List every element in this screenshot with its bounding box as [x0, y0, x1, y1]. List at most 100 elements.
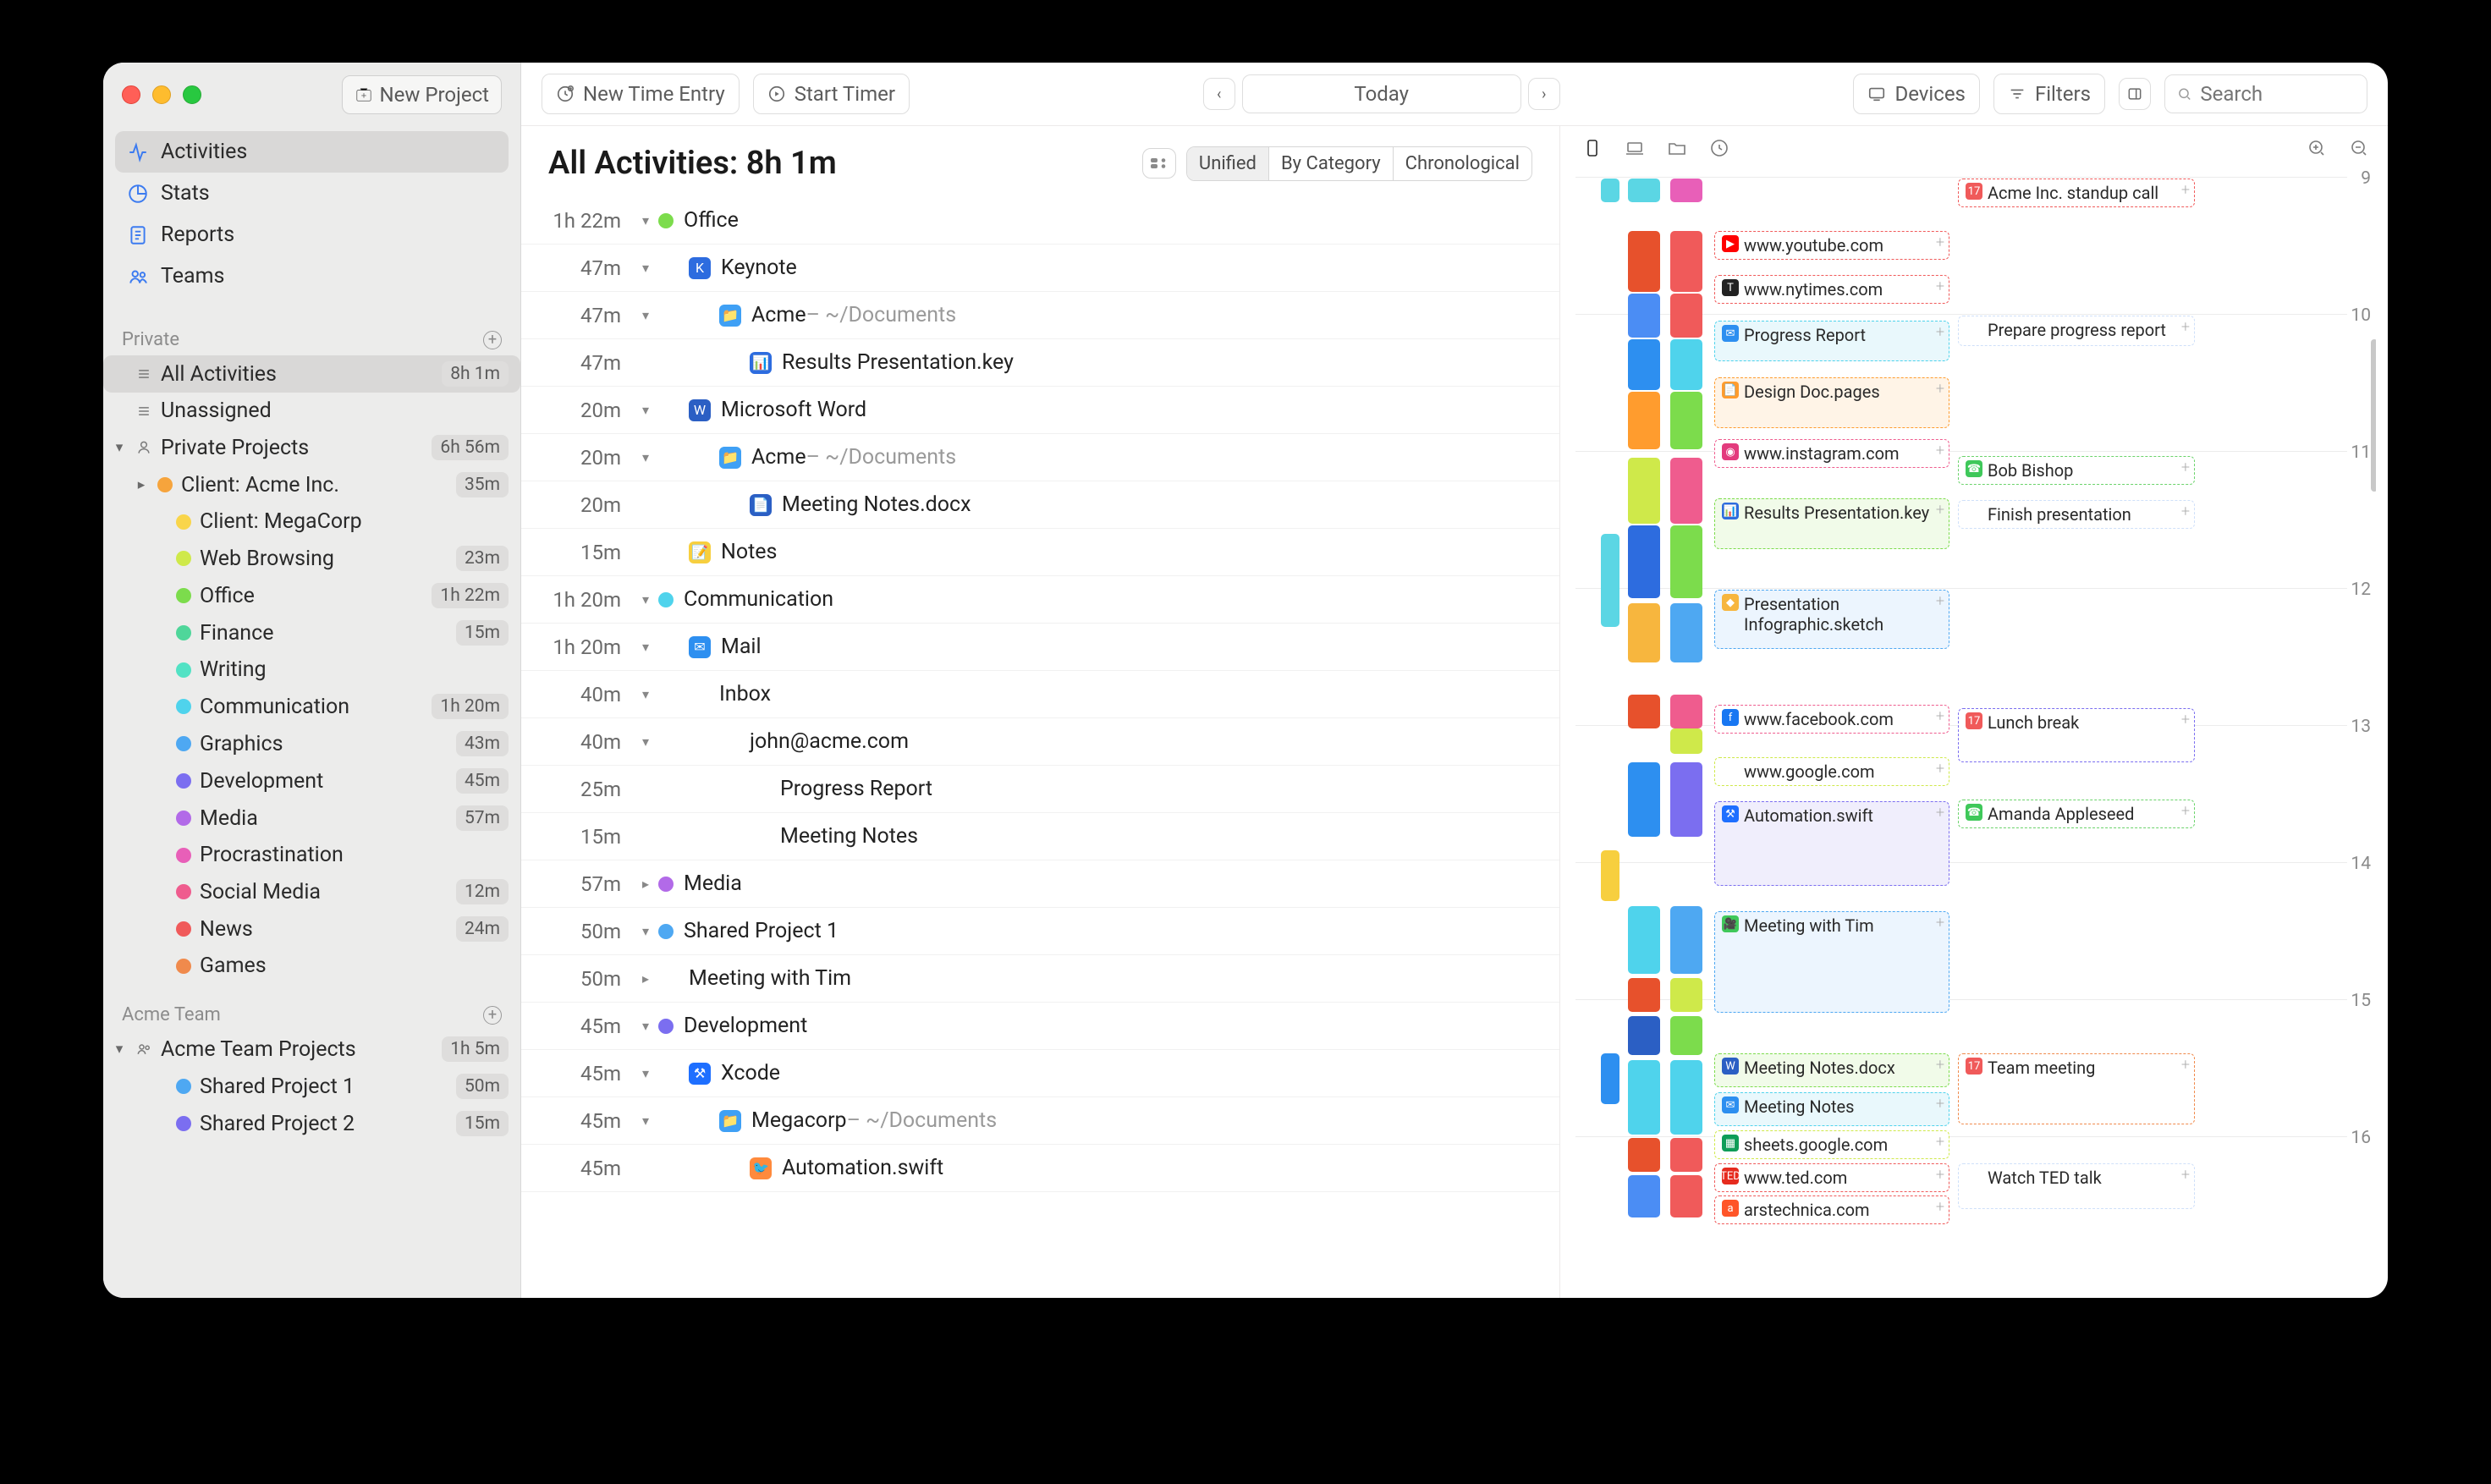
- activity-row[interactable]: 20m▾WMicrosoft Word: [521, 387, 1559, 434]
- timeline-item[interactable]: ✉Meeting Notes+: [1714, 1092, 1949, 1126]
- timeline-item[interactable]: ⚒Automation.swift+: [1714, 801, 1949, 886]
- timeline-block[interactable]: [1670, 1175, 1702, 1217]
- add-icon[interactable]: +: [1936, 380, 1944, 398]
- chevron-icon[interactable]: ▾: [633, 1018, 658, 1034]
- add-icon[interactable]: +: [1936, 1133, 1944, 1151]
- search-field[interactable]: [2164, 74, 2367, 113]
- timeline-block[interactable]: [1670, 294, 1702, 338]
- timeline-item[interactable]: ☎Bob Bishop+: [1958, 456, 2195, 485]
- activity-row[interactable]: 50m▸Meeting with Tim: [521, 955, 1559, 1003]
- timeline-block[interactable]: [1670, 392, 1702, 449]
- activity-row[interactable]: 1h 20m▾Communication: [521, 576, 1559, 624]
- chevron-icon[interactable]: ▾: [633, 923, 658, 939]
- filter-folder-icon[interactable]: [1667, 138, 1687, 162]
- zoom-window[interactable]: [183, 85, 201, 104]
- chevron-icon[interactable]: ▾: [112, 1041, 127, 1058]
- project-row[interactable]: Writing: [103, 651, 520, 688]
- timeline-block[interactable]: [1601, 534, 1619, 627]
- timeline-block[interactable]: [1628, 1016, 1660, 1055]
- activity-row[interactable]: 47m▾KKeynote: [521, 245, 1559, 292]
- nav-teams[interactable]: Teams: [115, 256, 509, 297]
- timeline-item[interactable]: Gwww.google.com+: [1714, 757, 1949, 786]
- add-icon[interactable]: +: [2181, 1056, 2190, 1074]
- project-row[interactable]: ▾Acme Team Projects1h 5m: [103, 1031, 520, 1068]
- timeline-item[interactable]: TEDwww.ted.com+: [1714, 1163, 1949, 1192]
- add-icon[interactable]: +: [2181, 711, 2190, 728]
- chevron-icon[interactable]: ▸: [633, 970, 658, 987]
- timeline-block[interactable]: [1670, 231, 1702, 292]
- chevron-icon[interactable]: ▾: [633, 686, 658, 702]
- search-input[interactable]: [2200, 82, 2355, 106]
- segment-chronological[interactable]: Chronological: [1394, 147, 1531, 180]
- add-icon[interactable]: +: [1936, 804, 1944, 822]
- timeline-item[interactable]: aarstechnica.com+: [1714, 1195, 1949, 1224]
- timeline-block[interactable]: [1601, 179, 1619, 202]
- project-row[interactable]: News24m: [103, 910, 520, 948]
- add-project-button[interactable]: +: [483, 1006, 502, 1025]
- activity-row[interactable]: 45m🐦Automation.swift: [521, 1145, 1559, 1192]
- project-row[interactable]: All Activities8h 1m: [103, 355, 520, 393]
- add-icon[interactable]: +: [2181, 503, 2190, 520]
- timeline-item[interactable]: ▶www.youtube.com+: [1714, 231, 1949, 260]
- chevron-icon[interactable]: ▾: [633, 260, 658, 276]
- activity-row[interactable]: 1h 20m▾✉Mail: [521, 624, 1559, 671]
- new-project-button[interactable]: New Project: [342, 75, 502, 114]
- start-timer-button[interactable]: Start Timer: [753, 74, 910, 114]
- timeline-block[interactable]: [1628, 978, 1660, 1012]
- activity-row[interactable]: 40m▾Inbox: [521, 671, 1559, 718]
- timeline-block[interactable]: [1601, 1053, 1619, 1104]
- chevron-icon[interactable]: ▾: [633, 212, 658, 228]
- filter-clock-icon[interactable]: [1709, 138, 1729, 162]
- timeline-item[interactable]: ◆Presentation Infographic.sketch+: [1714, 590, 1949, 649]
- chevron-icon[interactable]: ▾: [633, 591, 658, 607]
- timeline-block[interactable]: [1670, 906, 1702, 974]
- project-row[interactable]: Shared Project 150m: [103, 1068, 520, 1105]
- layout-toggle-button[interactable]: [2119, 78, 2151, 110]
- activity-row[interactable]: 45m▾Development: [521, 1003, 1559, 1050]
- timeline-item[interactable]: 🎥Meeting with Tim+: [1714, 911, 1949, 1013]
- project-row[interactable]: Finance15m: [103, 614, 520, 651]
- close-window[interactable]: [122, 85, 140, 104]
- timeline-grid[interactable]: 91011121314151617Acme Inc. standup call+…: [1575, 170, 2376, 1298]
- chevron-icon[interactable]: ▾: [633, 1065, 658, 1081]
- project-row[interactable]: Web Browsing23m: [103, 540, 520, 577]
- timeline-block[interactable]: [1628, 525, 1660, 598]
- chevron-icon[interactable]: ▾: [112, 439, 127, 456]
- devices-button[interactable]: Devices: [1853, 74, 1979, 114]
- chevron-icon[interactable]: ▸: [134, 476, 149, 493]
- timeline-block[interactable]: [1628, 1175, 1660, 1217]
- project-row[interactable]: ▾Private Projects6h 56m: [103, 429, 520, 466]
- activity-row[interactable]: 15mMeeting Notes: [521, 813, 1559, 860]
- timeline-block[interactable]: [1670, 978, 1702, 1012]
- timeline-block[interactable]: [1670, 525, 1702, 598]
- add-icon[interactable]: +: [2181, 459, 2190, 476]
- chevron-icon[interactable]: ▸: [633, 876, 658, 892]
- timeline-block[interactable]: [1670, 603, 1702, 662]
- project-row[interactable]: Media57m: [103, 800, 520, 837]
- project-row[interactable]: Communication1h 20m: [103, 688, 520, 725]
- next-day-button[interactable]: ›: [1528, 78, 1560, 110]
- project-row[interactable]: Client: MegaCorp: [103, 503, 520, 540]
- timeline-item[interactable]: 📄Design Doc.pages+: [1714, 377, 1949, 428]
- timeline-block[interactable]: [1628, 392, 1660, 449]
- activity-row[interactable]: 20m📄Meeting Notes.docx: [521, 481, 1559, 529]
- timeline-block[interactable]: [1628, 603, 1660, 662]
- project-row[interactable]: Graphics43m: [103, 725, 520, 762]
- project-row[interactable]: Development45m: [103, 762, 520, 800]
- timeline-block[interactable]: [1670, 1016, 1702, 1055]
- add-icon[interactable]: +: [1936, 1095, 1944, 1113]
- timeline-scrollbar[interactable]: [2371, 339, 2376, 492]
- activity-row[interactable]: 45m▾📁Megacorp – ~/Documents: [521, 1097, 1559, 1145]
- timeline-block[interactable]: [1670, 1060, 1702, 1135]
- timeline-block[interactable]: [1601, 850, 1619, 901]
- add-icon[interactable]: +: [1936, 278, 1944, 295]
- nav-stats[interactable]: Stats: [115, 173, 509, 214]
- add-icon[interactable]: +: [1936, 707, 1944, 725]
- prev-day-button[interactable]: ‹: [1203, 78, 1235, 110]
- segment-by-category[interactable]: By Category: [1269, 147, 1394, 180]
- activity-row[interactable]: 45m▾⚒Xcode: [521, 1050, 1559, 1097]
- timeline-item[interactable]: ✉Progress Report+: [1714, 321, 1949, 361]
- activity-row[interactable]: 47m▾📁Acme – ~/Documents: [521, 292, 1559, 339]
- chevron-icon[interactable]: ▾: [633, 449, 658, 465]
- activity-row[interactable]: 20m▾📁Acme – ~/Documents: [521, 434, 1559, 481]
